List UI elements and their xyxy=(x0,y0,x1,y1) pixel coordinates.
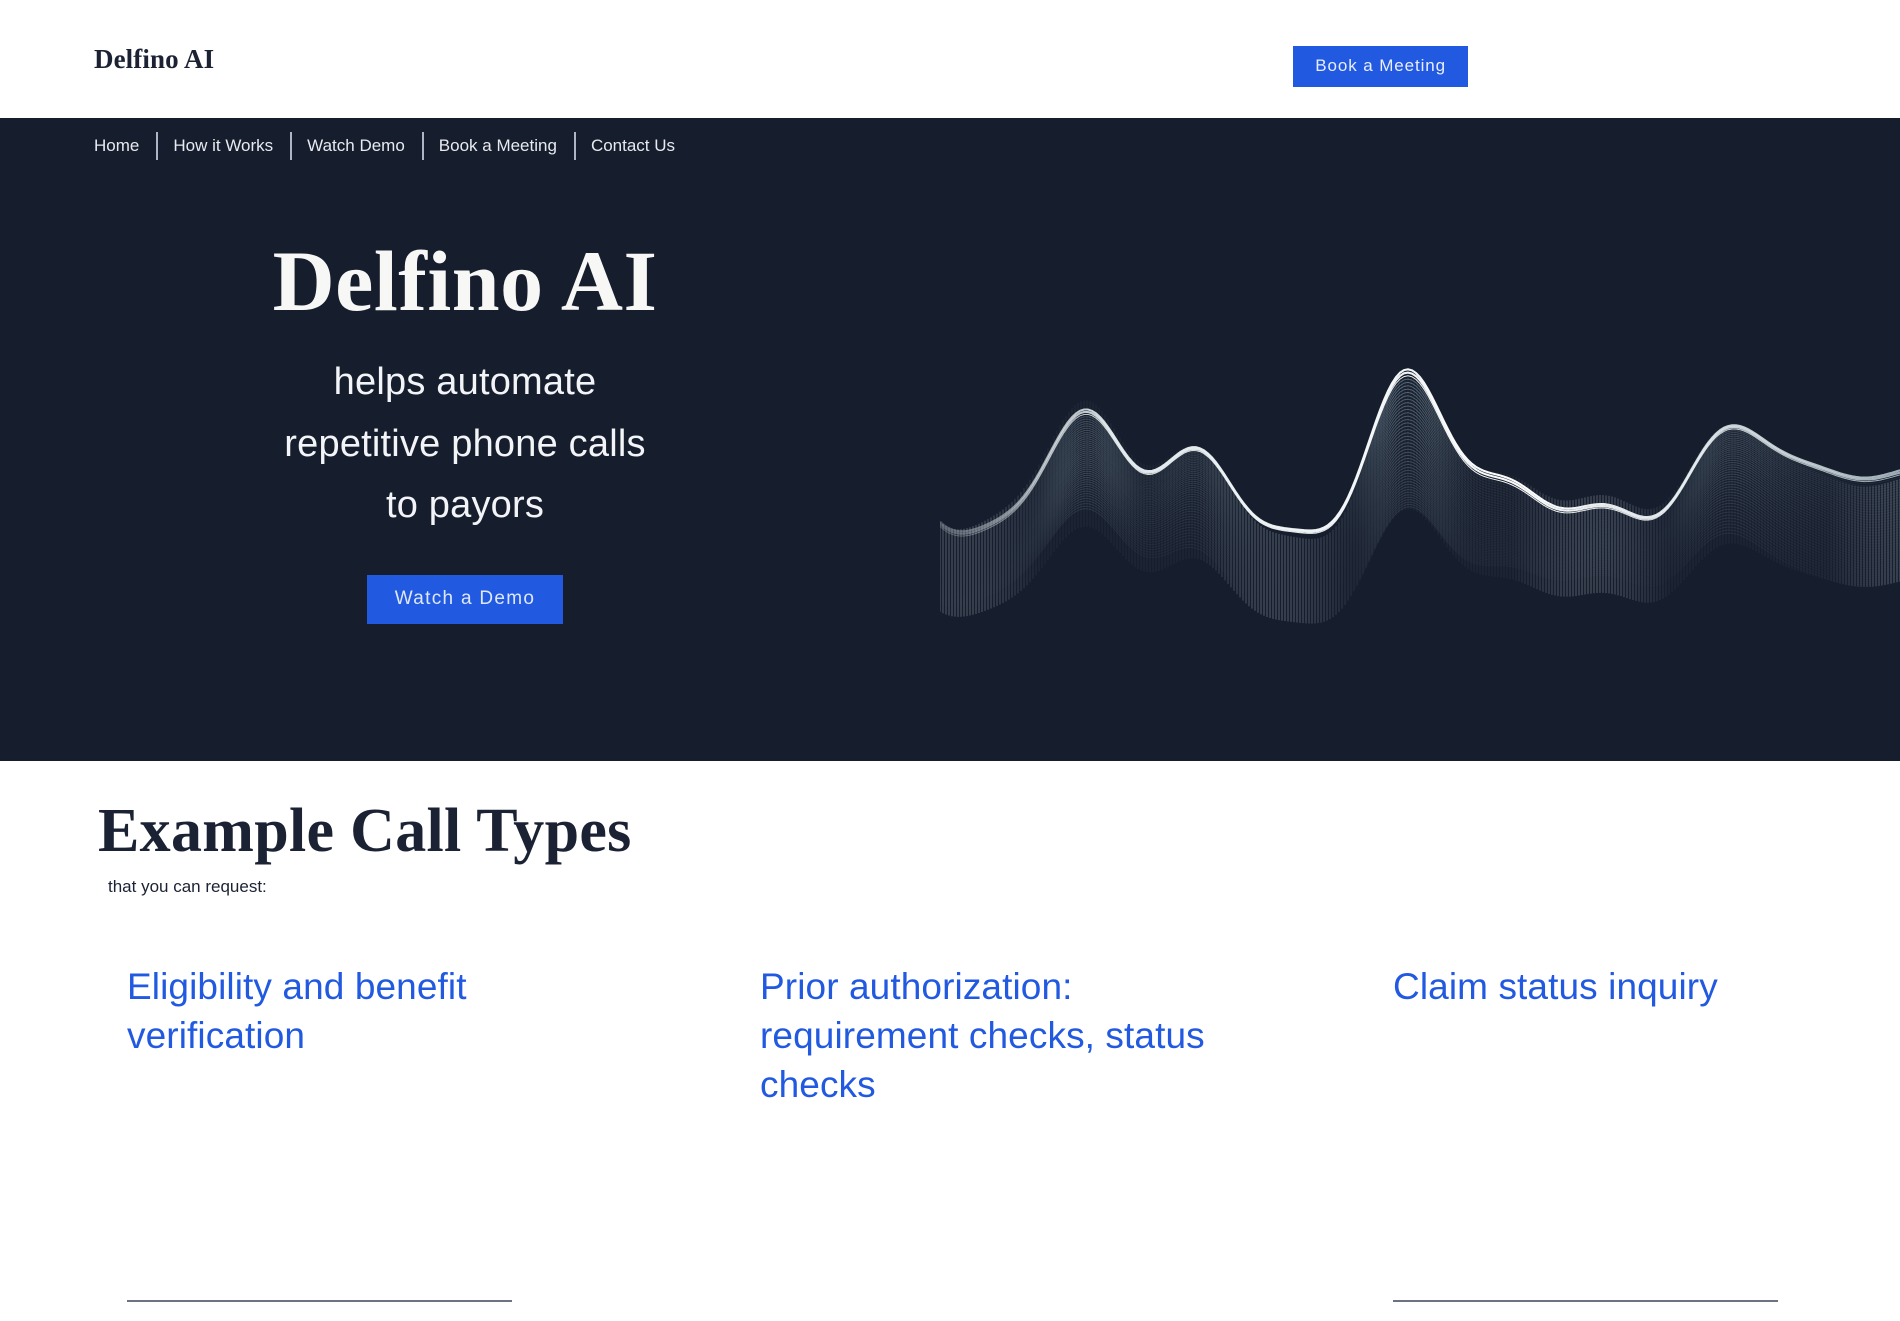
hero-subtitle-line-2: repetitive phone calls xyxy=(284,422,646,465)
section-subtitle: that you can request: xyxy=(108,877,267,897)
call-type-title: Prior authorization: requirement checks,… xyxy=(760,966,1205,1105)
nav-item-home[interactable]: Home xyxy=(94,134,156,158)
hero-text-block: Delfino AI helps automate repetitive pho… xyxy=(0,236,930,624)
watch-a-demo-button[interactable]: Watch a Demo xyxy=(366,574,564,624)
nav-item-how-it-works[interactable]: How it Works xyxy=(156,132,290,160)
call-type-card[interactable]: Eligibility and benefit verification xyxy=(0,963,633,1303)
hero-title: Delfino AI xyxy=(272,233,658,329)
nav-item-book-a-meeting[interactable]: Book a Meeting xyxy=(421,132,574,160)
call-type-title: Claim status inquiry xyxy=(1393,966,1718,1008)
waveform-svg xyxy=(940,368,1900,624)
hero-subtitle-line-3: to payors xyxy=(385,484,545,527)
book-a-meeting-button[interactable]: Book a Meeting xyxy=(1293,46,1468,87)
main-navigation: Home How it Works Watch Demo Book a Meet… xyxy=(94,132,692,160)
section-title: Example Call Types xyxy=(98,797,632,865)
waveform-lines xyxy=(940,368,1900,624)
hero-dark-section: Home How it Works Watch Demo Book a Meet… xyxy=(0,118,1900,761)
hero-subtitle: helps automate repetitive phone calls to… xyxy=(0,352,930,537)
call-type-title: Eligibility and benefit verification xyxy=(127,966,467,1057)
nav-item-watch-demo[interactable]: Watch Demo xyxy=(290,132,422,160)
example-call-types-section: Example Call Types that you can request:… xyxy=(0,761,1900,1321)
waveform-graphic-icon xyxy=(940,278,1900,698)
card-divider-rule xyxy=(127,1300,512,1303)
hero-content: Delfino AI helps automate repetitive pho… xyxy=(0,118,1900,761)
call-type-card[interactable]: Claim status inquiry xyxy=(1266,963,1899,1303)
brand-logo-text: Delfino AI xyxy=(94,44,215,74)
nav-item-contact-us[interactable]: Contact Us xyxy=(573,132,692,160)
call-type-card[interactable]: Prior authorization: requirement checks,… xyxy=(633,963,1266,1109)
top-header-bar: Delfino AI Book a Meeting xyxy=(0,0,1900,118)
card-divider-rule xyxy=(1393,1300,1778,1303)
call-type-card-list: Eligibility and benefit verification Pri… xyxy=(0,963,1900,1303)
hero-subtitle-line-1: helps automate xyxy=(333,361,597,404)
